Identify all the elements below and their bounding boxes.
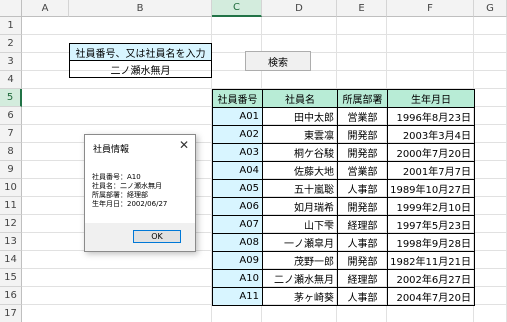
- header-employee-id[interactable]: 社員番号: [212, 89, 263, 108]
- cell-employee-name[interactable]: 五十嵐聡: [262, 179, 338, 198]
- cell-employee-id[interactable]: A08: [212, 233, 263, 252]
- cell-employee-id[interactable]: A07: [212, 215, 263, 234]
- search-label-cell: 社員番号、又は社員名を入力: [69, 43, 212, 61]
- row-header-3[interactable]: 3: [0, 53, 22, 71]
- cell-employee-name[interactable]: 山下雫: [262, 215, 338, 234]
- row-header-4[interactable]: 4: [0, 71, 22, 89]
- dialog-line-id: 社員番号：A10: [92, 173, 141, 181]
- cell-employee-name[interactable]: 田中太郎: [262, 107, 338, 126]
- cell-birth-date[interactable]: 2000年7月20日: [387, 143, 475, 162]
- cell-department[interactable]: 人事部: [337, 287, 388, 306]
- row-header-13[interactable]: 13: [0, 233, 22, 251]
- cell-employee-name[interactable]: 東雲凛: [262, 125, 338, 144]
- cell-employee-id[interactable]: A04: [212, 161, 263, 180]
- cell-employee-name[interactable]: 佐藤大地: [262, 161, 338, 180]
- dialog-message: 社員番号：A10 社員名：二ノ瀬水無月 所属部署：経理部 生年月日：2002/0…: [92, 173, 167, 209]
- cell-birth-date[interactable]: 1989年10月27日: [387, 179, 475, 198]
- search-button[interactable]: 検索: [245, 51, 311, 71]
- cell-birth-date[interactable]: 1996年8月23日: [387, 107, 475, 126]
- cell-birth-date[interactable]: 1999年2月10日: [387, 197, 475, 216]
- dialog-line-name: 社員名：二ノ瀬水無月: [92, 182, 162, 190]
- cell-department[interactable]: 営業部: [337, 107, 388, 126]
- column-header-b[interactable]: B: [69, 0, 212, 17]
- column-header-g[interactable]: G: [474, 0, 507, 17]
- dialog-line-birth: 生年月日：2002/06/27: [92, 200, 168, 208]
- ok-button[interactable]: OK: [133, 230, 181, 243]
- cell-birth-date[interactable]: 2001年7月7日: [387, 161, 475, 180]
- column-header-e[interactable]: E: [337, 0, 387, 17]
- cell-employee-id[interactable]: A02: [212, 125, 263, 144]
- cell-department[interactable]: 経理部: [337, 215, 388, 234]
- cell-employee-name[interactable]: 桐ケ谷駿: [262, 143, 338, 162]
- row-header-11[interactable]: 11: [0, 197, 22, 215]
- row-header-17[interactable]: 17: [0, 305, 22, 322]
- row-header-16[interactable]: 16: [0, 287, 22, 305]
- search-input-cell[interactable]: 二ノ瀬水無月: [69, 60, 212, 78]
- cell-birth-date[interactable]: 1982年11月21日: [387, 251, 475, 270]
- cell-employee-name[interactable]: 如月瑞希: [262, 197, 338, 216]
- employee-info-dialog: 社員情報 ✕ 社員番号：A10 社員名：二ノ瀬水無月 所属部署：経理部 生年月日…: [84, 134, 196, 252]
- cell-employee-name[interactable]: 二ノ瀬水無月: [262, 269, 338, 288]
- cell-employee-name[interactable]: 一ノ瀬皐月: [262, 233, 338, 252]
- cell-employee-id[interactable]: A06: [212, 197, 263, 216]
- column-header-a[interactable]: A: [22, 0, 69, 17]
- dialog-line-dept: 所属部署：経理部: [92, 191, 148, 199]
- cell-birth-date[interactable]: 2002年6月27日: [387, 269, 475, 288]
- cell-department[interactable]: 開発部: [337, 251, 388, 270]
- close-icon[interactable]: ✕: [179, 138, 189, 152]
- cell-employee-id[interactable]: A11: [212, 287, 263, 306]
- header-birth-date[interactable]: 生年月日: [387, 89, 475, 108]
- cell-employee-name[interactable]: 茅ヶ崎葵: [262, 287, 338, 306]
- grid-row-line: [22, 34, 507, 35]
- cell-department[interactable]: 人事部: [337, 179, 388, 198]
- column-header-d[interactable]: D: [262, 0, 337, 17]
- spreadsheet[interactable]: ABCDEFG 1 2 3 4 5 6 7 8 9 10 11 12 13 14 15 16 17 社員番号、又…: [0, 0, 507, 322]
- cell-birth-date[interactable]: 1997年5月23日: [387, 215, 475, 234]
- cell-birth-date[interactable]: 2003年3月4日: [387, 125, 475, 144]
- cell-department[interactable]: 開発部: [337, 125, 388, 144]
- row-header-7[interactable]: 7: [0, 125, 22, 143]
- row-header-15[interactable]: 15: [0, 269, 22, 287]
- cell-department[interactable]: 人事部: [337, 233, 388, 252]
- cell-employee-id[interactable]: A03: [212, 143, 263, 162]
- row-header-9[interactable]: 9: [0, 161, 22, 179]
- cell-birth-date[interactable]: 2004年7月20日: [387, 287, 475, 306]
- row-header-14[interactable]: 14: [0, 251, 22, 269]
- cell-department[interactable]: 開発部: [337, 143, 388, 162]
- cell-department[interactable]: 開発部: [337, 197, 388, 216]
- cell-employee-id[interactable]: A09: [212, 251, 263, 270]
- dialog-title: 社員情報: [93, 145, 130, 155]
- row-header-5[interactable]: 5: [0, 89, 22, 107]
- select-all-corner[interactable]: [0, 0, 22, 17]
- column-header-f[interactable]: F: [387, 0, 474, 17]
- row-header-1[interactable]: 1: [0, 17, 22, 35]
- row-header-2[interactable]: 2: [0, 35, 22, 53]
- cell-department[interactable]: 経理部: [337, 269, 388, 288]
- dialog-footer: OK: [85, 223, 195, 251]
- cell-department[interactable]: 営業部: [337, 161, 388, 180]
- cell-employee-id[interactable]: A01: [212, 107, 263, 126]
- header-department[interactable]: 所属部署: [337, 89, 388, 108]
- cell-employee-id[interactable]: A05: [212, 179, 263, 198]
- row-header-12[interactable]: 12: [0, 215, 22, 233]
- cell-employee-name[interactable]: 茂野一郎: [262, 251, 338, 270]
- row-header-10[interactable]: 10: [0, 179, 22, 197]
- row-header-8[interactable]: 8: [0, 143, 22, 161]
- row-header-6[interactable]: 6: [0, 107, 22, 125]
- cell-birth-date[interactable]: 1998年9月28日: [387, 233, 475, 252]
- cell-employee-id[interactable]: A10: [212, 269, 263, 288]
- column-header-c[interactable]: C: [212, 0, 262, 17]
- header-employee-name[interactable]: 社員名: [262, 89, 338, 108]
